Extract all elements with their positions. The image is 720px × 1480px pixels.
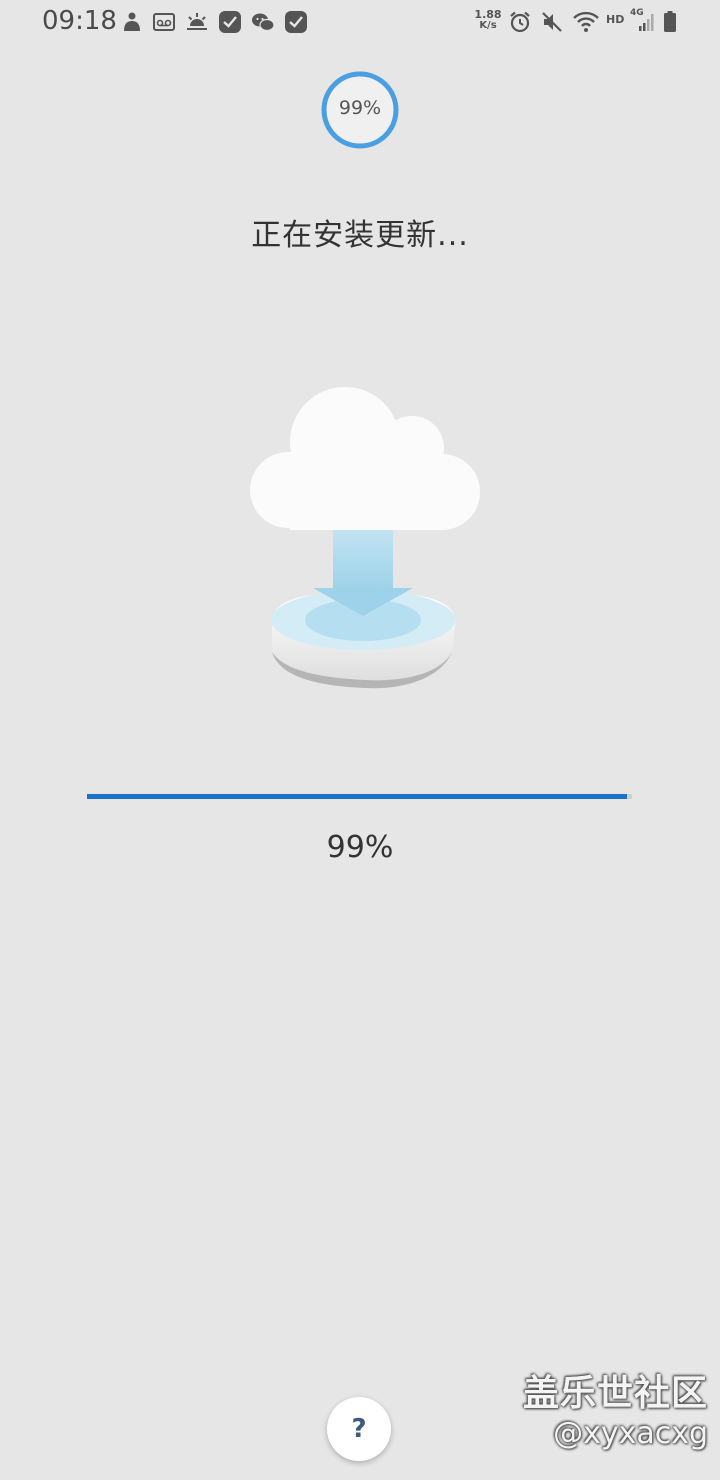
progress-ring-label: 99%: [338, 97, 382, 119]
network-speed-unit: K/s: [479, 20, 497, 31]
check-app-icon: [285, 11, 307, 33]
person-icon: [124, 12, 140, 31]
watermark-user-id: @xyxacxg: [553, 1416, 708, 1451]
install-status-title: 正在安装更新...: [251, 218, 469, 253]
progress-bar: [87, 794, 632, 799]
watermark-site-name: 盖乐世社区: [522, 1373, 708, 1414]
wechat-icon: [252, 13, 275, 32]
mute-icon: [542, 12, 562, 32]
cloud-download-icon: [250, 387, 480, 689]
network-speed-value: 1.88: [474, 8, 502, 21]
hd-label: HD: [606, 13, 625, 26]
alarm-icon: [510, 11, 530, 33]
battery-icon: [664, 11, 676, 32]
check-app-icon: [219, 11, 241, 33]
progress-bar-fill: [87, 794, 627, 799]
signal-icon: [639, 14, 654, 31]
help-button[interactable]: ?: [327, 1397, 391, 1461]
voicemail-icon: [153, 13, 175, 31]
status-time: 09:18: [42, 6, 117, 36]
status-bar: 09:18 1.88 K/s HD 4G: [0, 0, 720, 44]
weather-icon: [187, 13, 207, 30]
wifi-icon: [573, 11, 599, 32]
network-speed: 1.88 K/s: [472, 9, 504, 31]
progress-percent-label: 99%: [326, 830, 394, 865]
